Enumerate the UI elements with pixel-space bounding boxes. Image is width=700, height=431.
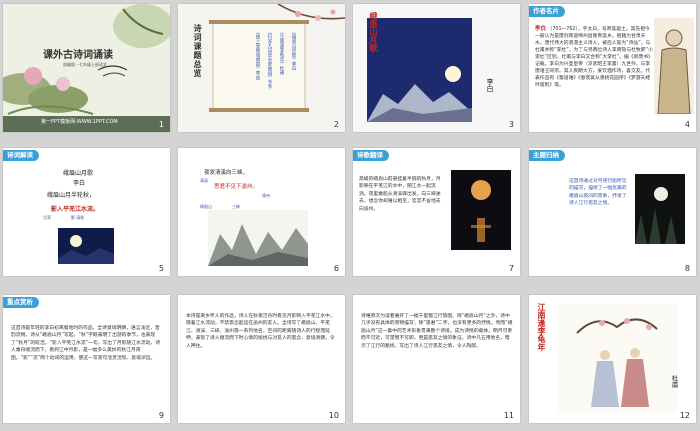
poem-author-vertical: 李白 — [486, 78, 494, 92]
slide-number: 12 — [679, 411, 690, 420]
section-tag: 诗词解读 — [3, 150, 39, 161]
slide-number: 3 — [508, 120, 514, 129]
author-name: 李白 — [535, 26, 547, 32]
overview-item-3: 《行军九日思长安故园》岑参 — [267, 30, 272, 89]
slide-thumbnail-10[interactable]: 本诗是离乡怀人的作品，诗人在秋夜泛舟时看见月影映入平羌江水中，随着江水流动，不禁… — [178, 295, 345, 423]
poem-title: 峨眉山月歌 — [63, 170, 94, 177]
slide-thumbnail-8[interactable]: 主题归纳 这首诗通过对月夜行船所见的描写，描绘了一幅优美的峨眉山夜间的景象，抒发… — [529, 148, 696, 276]
poem-title-vertical: 峨眉山月歌 — [369, 12, 379, 52]
slide-number: 6 — [333, 264, 339, 273]
overview-item-2: 《江南逢李龟年》杜甫 — [279, 30, 284, 75]
two-figures-painting — [557, 303, 677, 413]
slide-thumbnail-9[interactable]: 重点赏析 这首诗是年轻的李白初离蜀地时的作品，全诗意境明朗，语言浅近，音韵流畅。… — [3, 295, 170, 423]
author-bio: （701—762），字太白，号青莲居士。其先祖今一般认为是唐剑南道绵州昌隆青莲乡… — [535, 27, 653, 88]
slide-number: 5 — [158, 264, 164, 273]
slide-number: 11 — [503, 411, 514, 420]
overview-item-1: 《峨眉山月歌》李白 — [291, 30, 296, 71]
slide-thumbnail-7[interactable]: 诗歌翻译 高峻的峨眉山前悬挂着半圆的秋月，月影映在平羌江的水中，随江水一起流淌。… — [353, 148, 520, 276]
slide-thumbnail-11[interactable]: 诗唯原次为读者展开了一幅千里蜀江行旅图。除“峨眉山月”之外，诗中几乎没有具体的景… — [353, 295, 520, 423]
slide-thumbnail-6[interactable]: 夜发清溪向三峡， 思君不见下渝州。 清溪 渝州 峨眉山 三峡 6 — [178, 148, 345, 276]
poem-title-vertical: 江南逢李龟年 — [537, 303, 547, 351]
slide-number: 2 — [333, 120, 339, 129]
blossom-branch-decoration — [178, 4, 345, 132]
slide-number: 7 — [508, 264, 514, 273]
li-bai-portrait — [654, 18, 694, 114]
lotus-painting-background — [3, 4, 170, 132]
slide-number: 8 — [684, 264, 690, 273]
moon-night-image — [58, 228, 114, 264]
cover-title: 课外古诗词诵读 — [43, 50, 113, 61]
slide-thumbnail-3[interactable]: 峨眉山月歌 李白 3 — [353, 4, 520, 132]
slide-thumbnail-4[interactable]: 作者名片 李白 （701—762），字太白，号青莲居士。其先祖今一般认为是唐剑南… — [529, 4, 696, 132]
label-yuzhou: 渝州 — [262, 193, 270, 198]
overview-item-4: 《夜上受降城闻笛》李益 — [255, 30, 260, 80]
slide-thumbnail-5[interactable]: 诗词解读 峨眉山月歌 李白 峨眉山月半轮秋， 影入平羌江水流。 月亮 影·清秋 … — [3, 148, 170, 276]
slide-number: 4 — [684, 120, 690, 129]
section-tag: 作者名片 — [529, 6, 565, 17]
poem-line-2: 影入平羌江水流。 — [51, 206, 100, 213]
translation-text: 高峻的峨眉山前悬挂着半圆的秋月，月影映在平羌江的水中，随江水一起流淌。夜里乘船从… — [359, 177, 441, 212]
section-tag: 主题归纳 — [529, 150, 565, 161]
mountain-river-painting — [208, 210, 308, 266]
poem-line-1: 峨眉山月半轮秋， — [47, 192, 96, 199]
moon-over-water-image — [451, 170, 511, 250]
section-tag: 重点赏析 — [3, 297, 39, 308]
analysis-text-2: 本诗是离乡怀人的作品，诗人在秋夜泛舟时看见月影映入平羌江水中，随着江水流动，不禁… — [186, 314, 335, 349]
label-qingxi: 清溪 — [200, 178, 208, 183]
section-tag: 诗歌翻译 — [353, 150, 389, 161]
poem-author: 李白 — [73, 180, 86, 187]
slide-number: 1 — [158, 120, 164, 129]
slide-thumbnail-2[interactable]: 诗词课题总览 《峨眉山月歌》李白 《江南逢李龟年》杜甫 《行军九日思长安故园》岑… — [178, 4, 345, 132]
cover-footer: 第一PPT模板网-WWW.1PPT.COM — [41, 119, 118, 125]
poem-author-vertical: 杜甫 — [670, 375, 678, 388]
moonlit-forest-image — [635, 174, 685, 244]
label-autumn: 影·清秋 — [71, 215, 85, 220]
overview-heading: 诗词课题总览 — [193, 24, 202, 78]
theme-text: 这首诗通过对月夜行船所见的描写，描绘了一幅优美的峨眉山夜间的景象，抒发了诗人江行… — [569, 179, 627, 207]
slide-thumbnail-12[interactable]: 江南逢李龟年 杜甫 12 — [529, 295, 696, 423]
slide-number: 10 — [328, 411, 339, 420]
slide-thumbnail-1[interactable]: 课外古诗词诵读 部编版・七年级上册语文 第一PPT模板网-WWW.1PPT.CO… — [3, 4, 170, 132]
cover-subtitle: 部编版・七年级上册语文 — [63, 62, 107, 67]
poem-line-4: 思君不见下渝州。 — [214, 184, 259, 190]
analysis-text-3: 诗唯原次为读者展开了一幅千里蜀江行旅图。除“峨眉山月”之外，诗中几乎没有具体的景… — [361, 314, 513, 349]
poem-line-3: 夜发清溪向三峡， — [204, 170, 249, 176]
slide-number: 9 — [158, 411, 164, 420]
label-moon: 月亮 — [43, 215, 51, 220]
analysis-text: 这首诗是年轻的李白初离蜀地时的作品，全诗意境明朗，语言浅近，音韵流畅。诗从“峨眉… — [11, 326, 161, 361]
